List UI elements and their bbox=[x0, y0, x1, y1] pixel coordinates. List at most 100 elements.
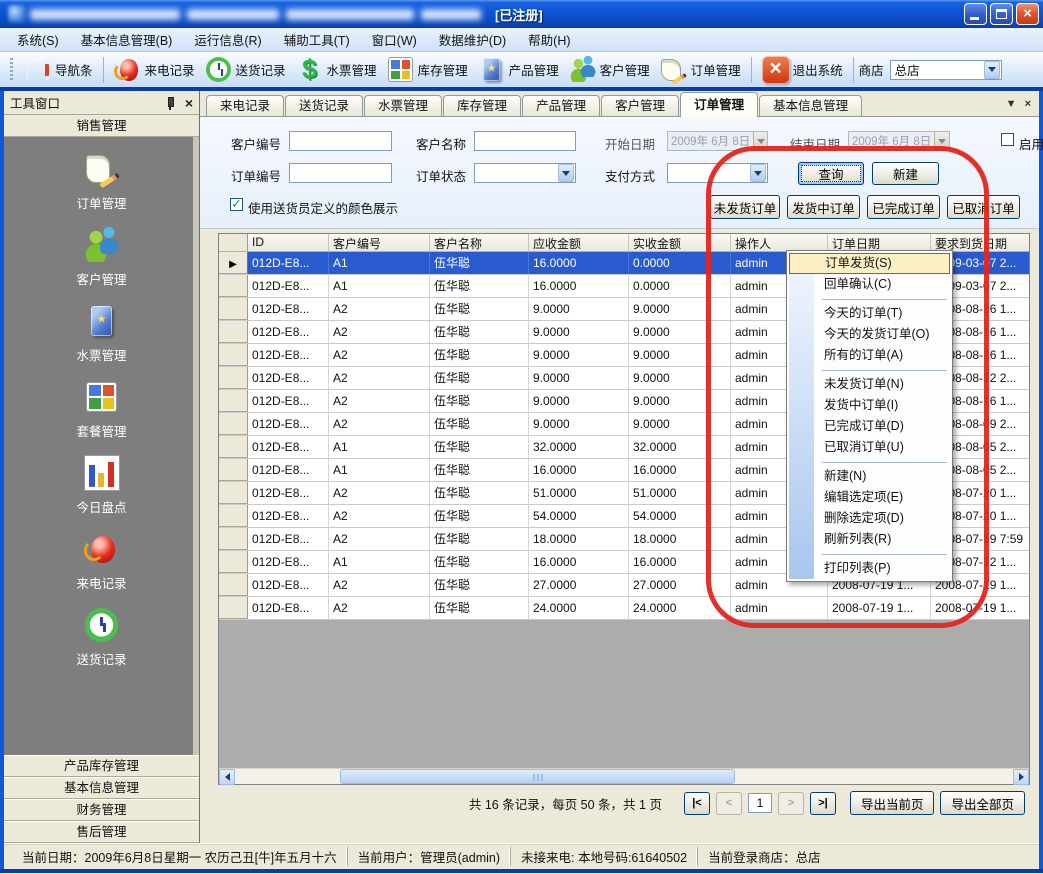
query-button[interactable]: 查询 bbox=[798, 162, 864, 185]
sidebar-panel[interactable]: 售后管理 bbox=[4, 821, 199, 843]
context-menu-item[interactable]: 回单确认(C) bbox=[789, 274, 950, 295]
chevron-down-icon[interactable] bbox=[984, 61, 1000, 79]
toolbar-button[interactable]: 订单管理 bbox=[655, 55, 746, 85]
tab-collapse-icon[interactable]: ▼ bbox=[1006, 98, 1017, 110]
export-current-page-button[interactable]: 导出当前页 bbox=[850, 791, 935, 815]
context-menu-item[interactable]: 发货中订单(I) bbox=[789, 395, 950, 416]
tab[interactable]: 基本信息管理 bbox=[759, 95, 862, 116]
context-menu-item[interactable]: 今天的订单(T) bbox=[789, 303, 950, 324]
column-header-order-date[interactable]: 订单日期 bbox=[828, 234, 931, 251]
first-page-button[interactable]: |< bbox=[684, 792, 710, 815]
context-menu-item[interactable] bbox=[789, 366, 950, 374]
status-filter-button[interactable]: 已完成订单 bbox=[867, 195, 940, 219]
toolbar-button[interactable]: 水票管理 bbox=[291, 55, 382, 85]
chevron-down-icon[interactable] bbox=[558, 164, 574, 182]
sidebar-item[interactable]: 今日盘点 bbox=[4, 455, 199, 516]
prev-page-button[interactable]: < bbox=[716, 792, 742, 815]
context-menu-item[interactable] bbox=[789, 295, 950, 303]
page-number-input[interactable] bbox=[748, 793, 772, 813]
menubar-item[interactable]: 系统(S) bbox=[6, 27, 70, 52]
context-menu-item[interactable]: 新建(N) bbox=[789, 466, 950, 487]
export-all-pages-button[interactable]: 导出全部页 bbox=[940, 791, 1025, 815]
sidebar-panel[interactable]: 基本信息管理 bbox=[4, 777, 199, 799]
toolbar-button[interactable]: 导航条 bbox=[19, 55, 98, 85]
app-icon bbox=[8, 5, 26, 23]
tab[interactable]: 水票管理 bbox=[364, 95, 442, 116]
pin-icon[interactable] bbox=[163, 96, 177, 110]
scroll-right-icon[interactable] bbox=[1013, 769, 1029, 785]
customer-code-input[interactable] bbox=[289, 131, 392, 151]
table-row[interactable]: ▶ 012D-E8... A2 伍华聪 24.0000 24.0000 admi… bbox=[219, 597, 1029, 620]
context-menu-item[interactable]: 订单发货(S) bbox=[789, 253, 950, 274]
enable-checkbox[interactable] bbox=[1001, 133, 1014, 146]
sidebar-item[interactable]: 送货记录 bbox=[4, 607, 199, 668]
menubar-item[interactable]: 基本信息管理(B) bbox=[70, 27, 184, 52]
status-filter-button[interactable]: 未发货订单 bbox=[710, 195, 780, 219]
new-button[interactable]: 新建 bbox=[872, 162, 939, 185]
tab-close-icon[interactable]: × bbox=[1025, 98, 1031, 110]
context-menu-item[interactable]: 打印列表(P) bbox=[789, 558, 950, 579]
menubar-item[interactable]: 帮助(H) bbox=[517, 27, 581, 52]
color-display-checkbox[interactable]: ✓ bbox=[230, 198, 243, 211]
column-header-customer-name[interactable]: 客户名称 bbox=[430, 234, 529, 251]
sidebar-close-icon[interactable]: × bbox=[185, 97, 193, 109]
context-menu-item[interactable]: 刷新列表(R) bbox=[789, 529, 950, 550]
sidebar-item[interactable]: 套餐管理 bbox=[4, 379, 199, 440]
sidebar-group-sales[interactable]: 销售管理 bbox=[4, 115, 199, 137]
status-filter-button[interactable]: 发货中订单 bbox=[787, 195, 860, 219]
context-menu-item[interactable]: 未发货订单(N) bbox=[789, 374, 950, 395]
column-header-id[interactable]: ID bbox=[248, 234, 329, 251]
tab[interactable]: 库存管理 bbox=[443, 95, 521, 116]
menubar-item[interactable]: 窗口(W) bbox=[361, 27, 428, 52]
order-code-input[interactable] bbox=[289, 163, 392, 183]
scrollbar-thumb[interactable] bbox=[340, 769, 735, 784]
sidebar-item[interactable]: 客户管理 bbox=[4, 227, 199, 288]
context-menu-item[interactable]: 已取消订单(U) bbox=[789, 437, 950, 458]
sidebar-item[interactable]: 来电记录 bbox=[4, 531, 199, 592]
minimize-button[interactable] bbox=[964, 3, 987, 25]
close-button[interactable]: × bbox=[1016, 3, 1039, 25]
toolbar-button[interactable]: 客户管理 bbox=[564, 55, 655, 85]
tab[interactable]: 送货记录 bbox=[285, 95, 363, 116]
toolbar-grip-icon bbox=[10, 58, 13, 82]
sidebar-item[interactable]: 订单管理 bbox=[4, 151, 199, 212]
toolbar-button[interactable]: 库存管理 bbox=[382, 55, 473, 85]
column-header-operator[interactable]: 操作人 bbox=[731, 234, 828, 251]
chevron-down-icon[interactable] bbox=[750, 164, 766, 182]
context-menu-item[interactable]: 今天的发货订单(O) bbox=[789, 324, 950, 345]
toolbar-button[interactable]: 送货记录 bbox=[200, 55, 291, 85]
sidebar-panel[interactable]: 产品库存管理 bbox=[4, 755, 199, 777]
context-menu-item[interactable]: 编辑选定项(E) bbox=[789, 487, 950, 508]
shop-select[interactable]: 总店 bbox=[890, 60, 1002, 80]
column-header-customer-code[interactable]: 客户编号 bbox=[329, 234, 430, 251]
menubar-item[interactable]: 数据维护(D) bbox=[428, 27, 517, 52]
status-filter-button[interactable]: 已取消订单 bbox=[947, 195, 1020, 219]
column-header-required-date[interactable]: 要求到货日期 bbox=[931, 234, 1029, 251]
context-menu-item[interactable]: 已完成订单(D) bbox=[789, 416, 950, 437]
horizontal-scrollbar[interactable] bbox=[219, 768, 1029, 784]
context-menu-item[interactable] bbox=[789, 550, 950, 558]
context-menu-item[interactable] bbox=[789, 458, 950, 466]
menubar-item[interactable]: 辅助工具(T) bbox=[273, 27, 361, 52]
tab[interactable]: 来电记录 bbox=[206, 95, 284, 116]
column-header-receivable[interactable]: 应收金额 bbox=[529, 234, 629, 251]
next-page-button[interactable]: > bbox=[778, 792, 804, 815]
sidebar-panel[interactable]: 财务管理 bbox=[4, 799, 199, 821]
payment-method-select[interactable] bbox=[667, 163, 768, 183]
toolbar-button[interactable]: 产品管理 bbox=[473, 55, 564, 85]
last-page-button[interactable]: >| bbox=[810, 792, 836, 815]
context-menu-item[interactable]: 所有的订单(A) bbox=[789, 345, 950, 366]
customer-name-input[interactable] bbox=[474, 131, 576, 151]
tab[interactable]: 订单管理 bbox=[680, 92, 758, 117]
maximize-button[interactable] bbox=[990, 3, 1013, 25]
toolbar-button[interactable]: 来电记录 bbox=[109, 55, 200, 85]
sidebar-item[interactable]: 水票管理 bbox=[4, 303, 199, 364]
tab[interactable]: 产品管理 bbox=[522, 95, 600, 116]
context-menu-item[interactable]: 删除选定项(D) bbox=[789, 508, 950, 529]
scroll-left-icon[interactable] bbox=[219, 769, 235, 785]
order-status-select[interactable] bbox=[474, 163, 576, 183]
tab[interactable]: 客户管理 bbox=[601, 95, 679, 116]
column-header-received[interactable]: 实收金额 bbox=[629, 234, 731, 251]
menubar-item[interactable]: 运行信息(R) bbox=[183, 27, 272, 52]
toolbar-button[interactable]: 退出系统 bbox=[757, 55, 848, 85]
